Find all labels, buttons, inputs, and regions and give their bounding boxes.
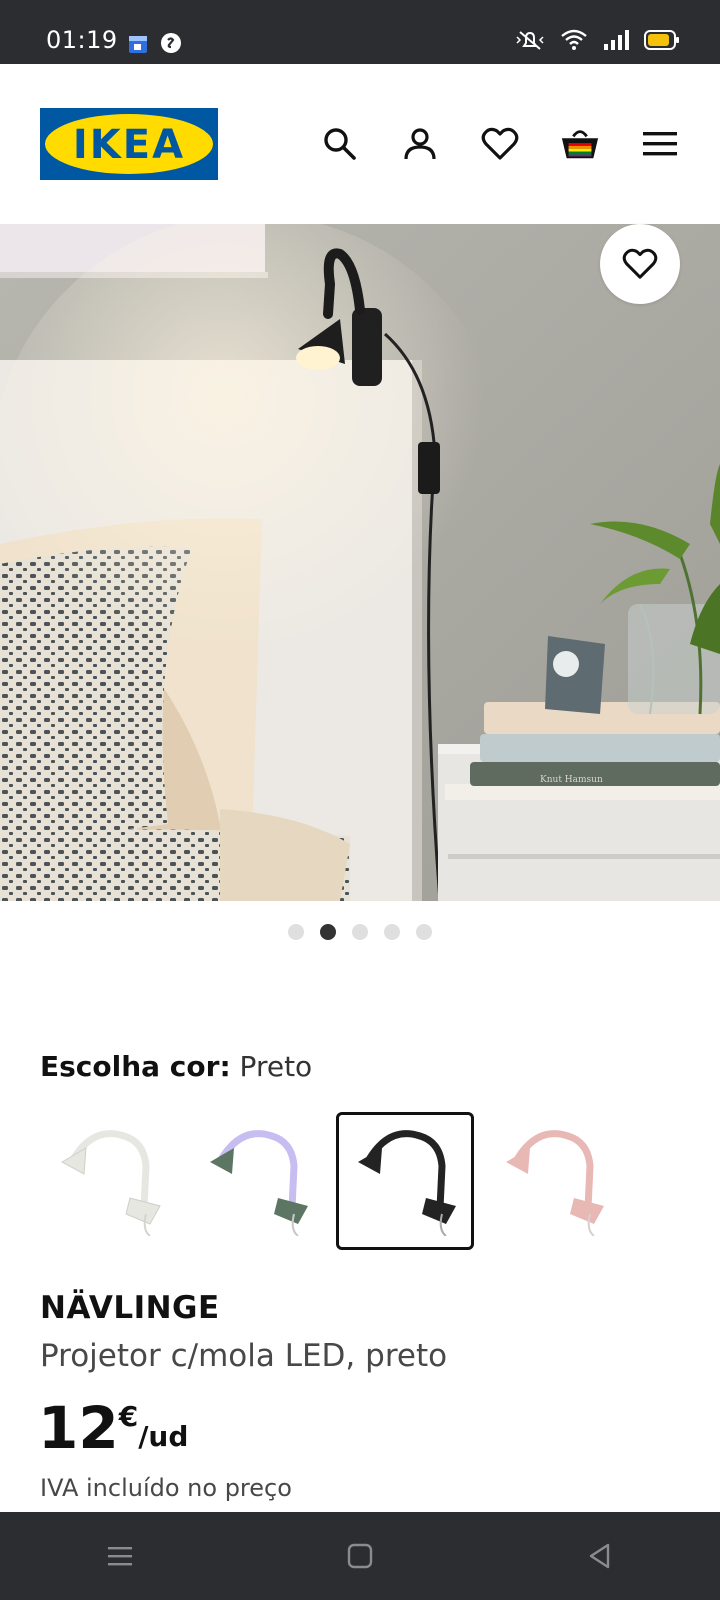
carousel-dot[interactable] [320,924,336,940]
color-label: Escolha cor: Preto [40,1050,312,1083]
svg-text:IKEA: IKEA [73,122,185,168]
mute-icon [514,28,546,56]
system-nav-bar [0,1512,720,1600]
carousel-dot[interactable] [352,924,368,940]
color-label-value: Preto [239,1050,313,1083]
price-unit: /ud [138,1420,189,1453]
site-header: IKEA [0,64,720,224]
signal-icon [602,28,630,56]
price-integer: 12 [38,1394,119,1462]
status-bar: 01:19 [0,0,720,64]
product-name: NÄVLINGE [40,1290,220,1326]
swatch-black[interactable] [336,1112,474,1250]
status-time: 01:19 [46,26,118,54]
shazam-icon [160,32,182,58]
carousel-dot[interactable] [288,924,304,940]
account-icon[interactable] [400,124,440,164]
carousel-dot[interactable] [384,924,400,940]
svg-text:Knut Hamsun: Knut Hamsun [540,775,603,785]
carousel-dot[interactable] [416,924,432,940]
add-to-wishlist-button[interactable] [600,224,680,304]
color-label-key: Escolha cor: [40,1050,231,1083]
cart-icon[interactable] [560,124,600,164]
swatch-green-lilac[interactable] [188,1112,326,1250]
wifi-icon [560,28,588,56]
recent-apps-button[interactable] [90,1526,150,1586]
swatch-pink[interactable] [484,1112,622,1250]
search-icon[interactable] [320,124,360,164]
back-button[interactable] [570,1526,630,1586]
product-price: 12 € /ud [38,1396,188,1460]
home-button[interactable] [330,1526,390,1586]
menu-icon[interactable] [640,124,680,164]
carousel-dots [0,924,720,944]
product-description: Projetor c/mola LED, preto [40,1338,448,1374]
calendar-app-icon [128,34,148,58]
wishlist-icon[interactable] [480,124,520,164]
product-image[interactable]: Knut Hamsun [0,224,720,901]
vat-note: IVA incluído no preço [40,1474,292,1502]
swatch-white[interactable] [40,1112,178,1250]
price-currency: € [118,1400,139,1433]
ikea-logo[interactable]: IKEA [40,108,218,180]
color-swatches [40,1112,622,1250]
battery-icon [644,29,680,55]
